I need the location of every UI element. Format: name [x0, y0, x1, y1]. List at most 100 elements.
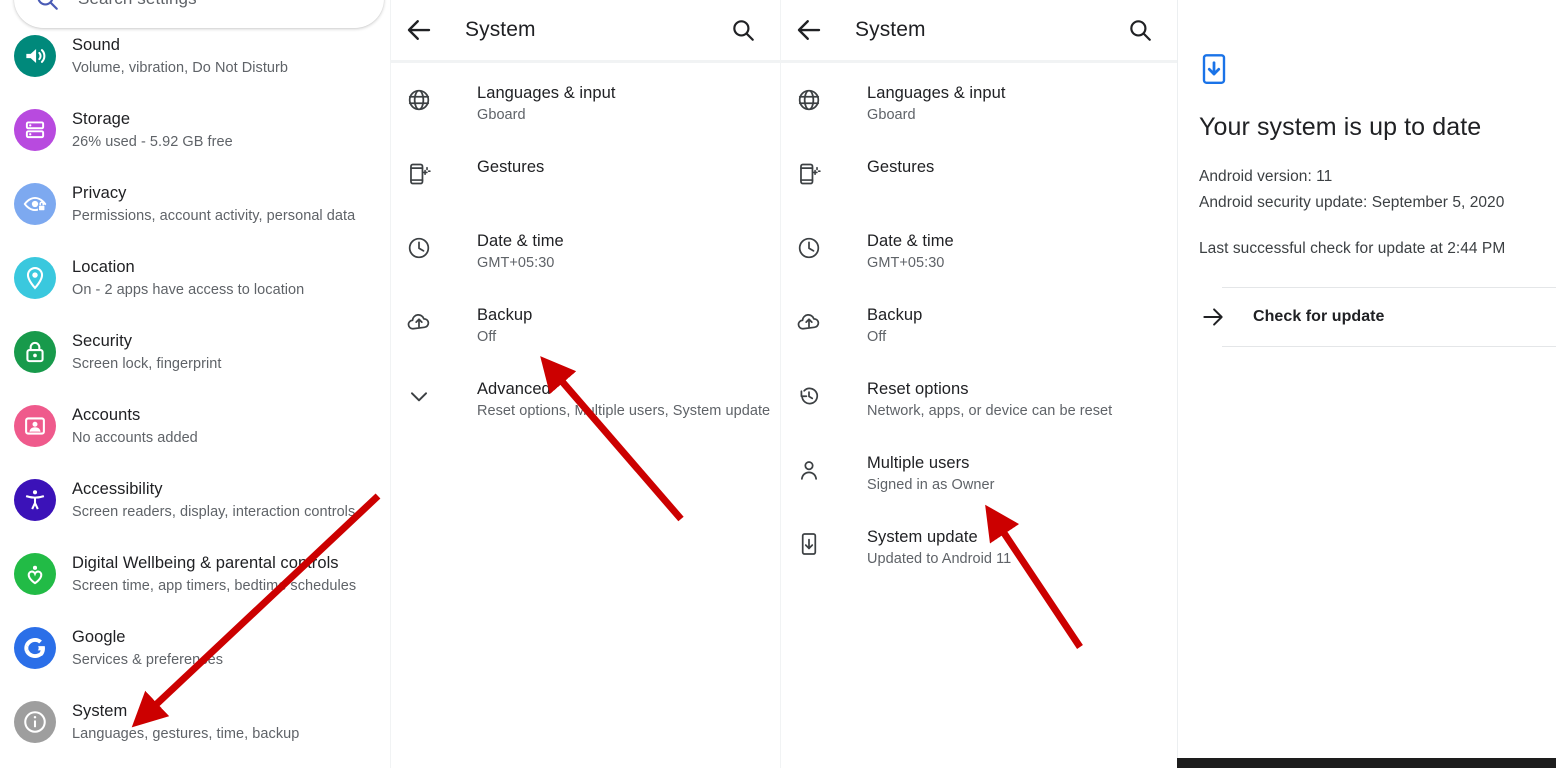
system-item-multiple-users[interactable]: Multiple users Signed in as Owner — [780, 445, 1177, 519]
settings-list-pane: Search settings Sound Volume, vibration, … — [0, 0, 390, 768]
search-icon[interactable] — [1127, 17, 1153, 43]
system-item-gestures[interactable]: Gestures — [390, 149, 780, 223]
accessibility-icon — [14, 479, 56, 521]
pane-divider-left — [390, 0, 391, 768]
settings-item-text: Digital Wellbeing & parental controls Scr… — [72, 551, 356, 596]
settings-item-google[interactable]: Google Services & preferences — [0, 618, 390, 692]
privacy-eye-icon — [14, 183, 56, 225]
settings-item-privacy[interactable]: Privacy Permissions, account activity, pe… — [0, 174, 390, 248]
system-item-subtitle: Off — [477, 329, 497, 345]
system-item-text: Gestures — [867, 149, 934, 178]
system-item-text: Languages & input Gboard — [867, 75, 1005, 125]
settings-item-subtitle: On - 2 apps have access to location — [72, 282, 305, 298]
settings-item-accounts[interactable]: Accounts No accounts added — [0, 396, 390, 470]
system-item-text: Date & time GMT+05:30 — [867, 223, 954, 273]
globe-icon — [406, 87, 432, 113]
check-for-update-button[interactable]: Check for update — [1199, 288, 1556, 346]
search-settings-placeholder: Search settings — [78, 0, 197, 9]
settings-item-text: Accessibility Screen readers, display, in… — [72, 477, 355, 522]
cloud-upload-icon — [406, 309, 432, 335]
bottom-bar — [1177, 758, 1556, 768]
system-item-title: Date & time — [477, 232, 564, 250]
system-item-title: Multiple users — [867, 454, 970, 472]
check-for-update-label: Check for update — [1253, 308, 1385, 325]
system-item-title: Advanced — [477, 380, 551, 398]
divider — [1222, 346, 1556, 347]
settings-item-subtitle: 26% used - 5.92 GB free — [72, 134, 233, 150]
system-item-backup[interactable]: Backup Off — [780, 297, 1177, 371]
settings-item-title: Sound — [72, 36, 120, 54]
system-item-date-time[interactable]: Date & time GMT+05:30 — [780, 223, 1177, 297]
settings-item-subtitle: Languages, gestures, time, backup — [72, 726, 300, 742]
system-item-gestures[interactable]: Gestures — [780, 149, 1177, 223]
system-item-languages-input[interactable]: Languages & input Gboard — [780, 75, 1177, 149]
back-arrow-icon[interactable] — [404, 15, 434, 45]
system-item-subtitle: Off — [867, 329, 887, 345]
update-status-heading: Your system is up to date — [1199, 113, 1482, 141]
android-version-line: Android version: 11 — [1199, 168, 1333, 185]
lock-icon — [14, 331, 56, 373]
location-pin-icon — [14, 257, 56, 299]
system-item-advanced[interactable]: Advanced Reset options, Multiple users, S… — [390, 371, 780, 445]
system-items-container: Languages & input Gboard Gestures Date & ti… — [780, 63, 1177, 593]
search-settings-bar[interactable]: Search settings — [14, 0, 384, 28]
system-pane-header: System — [780, 0, 1177, 60]
settings-item-system[interactable]: System Languages, gestures, time, backup — [0, 692, 390, 766]
gestures-icon — [406, 161, 432, 187]
settings-item-location[interactable]: Location On - 2 apps have access to locat… — [0, 248, 390, 322]
settings-item-storage[interactable]: Storage 26% used - 5.92 GB free — [0, 100, 390, 174]
account-card-icon — [14, 405, 56, 447]
system-item-text: Advanced Reset options, Multiple users, S… — [477, 371, 770, 421]
system-item-title: Backup — [477, 306, 533, 324]
system-item-text: Date & time GMT+05:30 — [477, 223, 564, 273]
system-item-subtitle: Reset options, Multiple users, System up… — [477, 403, 771, 419]
reset-history-icon — [796, 383, 822, 409]
system-update-blue-icon — [1199, 52, 1229, 86]
system-item-reset-options[interactable]: Reset options Network, apps, or device ca… — [780, 371, 1177, 445]
system-item-languages-input[interactable]: Languages & input Gboard — [390, 75, 780, 149]
system-item-title: Gestures — [867, 158, 935, 176]
cloud-upload-icon — [796, 309, 822, 335]
system-item-text: Backup Off — [477, 297, 532, 347]
settings-item-sound[interactable]: Sound Volume, vibration, Do Not Disturb — [0, 26, 390, 100]
settings-item-subtitle: Screen time, app timers, bedtime schedul… — [72, 578, 357, 594]
system-item-title: Languages & input — [867, 84, 1006, 102]
system-item-title: System update — [867, 528, 978, 546]
settings-item-text: Security Screen lock, fingerprint — [72, 329, 222, 374]
system-item-subtitle: Signed in as Owner — [867, 477, 995, 493]
system-pane-expanded: System Languages & input Gboard Gestures Da… — [780, 0, 1177, 768]
settings-item-accessibility[interactable]: Accessibility Screen readers, display, in… — [0, 470, 390, 544]
settings-item-subtitle: Screen readers, display, interaction con… — [72, 504, 356, 520]
settings-item-text: Storage 26% used - 5.92 GB free — [72, 107, 233, 152]
system-item-system-update[interactable]: System update Updated to Android 11 — [780, 519, 1177, 593]
settings-item-subtitle: Screen lock, fingerprint — [72, 356, 222, 372]
settings-item-security[interactable]: Security Screen lock, fingerprint — [0, 322, 390, 396]
system-item-title: Languages & input — [477, 84, 616, 102]
settings-item-title: Digital Wellbeing & parental controls — [72, 554, 339, 572]
system-item-text: System update Updated to Android 11 — [867, 519, 1011, 569]
settings-item-text: Accounts No accounts added — [72, 403, 198, 448]
settings-item-title: Location — [72, 258, 135, 276]
storage-icon — [14, 109, 56, 151]
settings-item-text: Location On - 2 apps have access to locat… — [72, 255, 304, 300]
system-update-icon — [796, 531, 822, 557]
system-item-title: Backup — [867, 306, 923, 324]
system-item-text: Languages & input Gboard — [477, 75, 615, 125]
system-item-title: Date & time — [867, 232, 954, 250]
system-items-container: Languages & input Gboard Gestures Date & ti… — [390, 63, 780, 445]
system-item-backup[interactable]: Backup Off — [390, 297, 780, 371]
screenshot-root: Search settings Sound Volume, vibration, … — [0, 0, 1556, 768]
back-arrow-icon[interactable] — [794, 15, 824, 45]
search-icon[interactable] — [730, 17, 756, 43]
settings-item-digital-wellbeing-parental-controls[interactable]: Digital Wellbeing & parental controls Scr… — [0, 544, 390, 618]
page-title: System — [465, 18, 536, 41]
system-item-text: Gestures — [477, 149, 544, 178]
settings-item-subtitle: No accounts added — [72, 430, 198, 446]
settings-item-text: System Languages, gestures, time, backup — [72, 699, 299, 744]
system-item-title: Reset options — [867, 380, 969, 398]
security-update-line: Android security update: September 5, 20… — [1199, 194, 1505, 211]
clock-icon — [406, 235, 432, 261]
system-item-date-time[interactable]: Date & time GMT+05:30 — [390, 223, 780, 297]
system-pane-header: System — [390, 0, 780, 60]
settings-item-title: System — [72, 702, 128, 720]
